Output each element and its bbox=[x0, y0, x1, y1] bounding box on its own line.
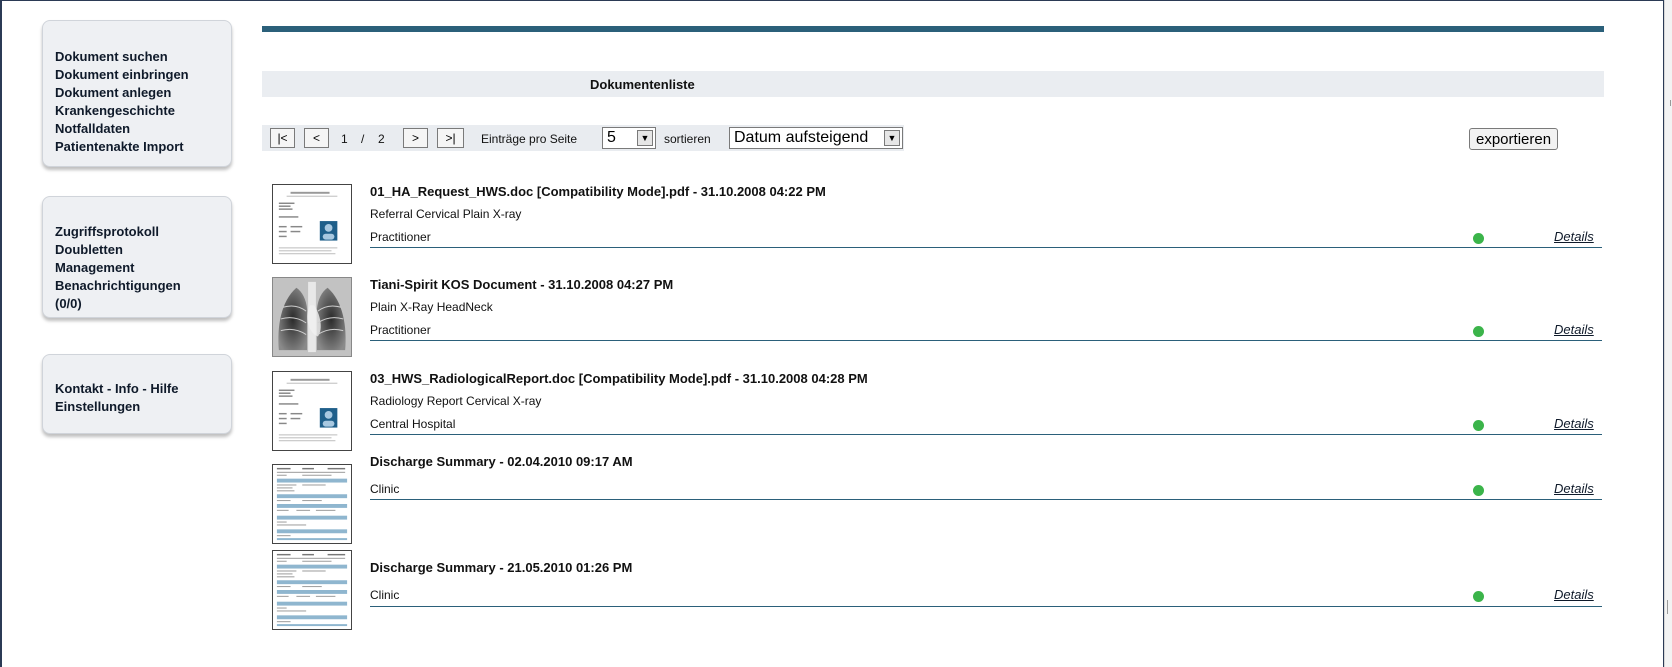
nav-group-admin: Zugriffsprotokoll Doubletten Management … bbox=[42, 196, 232, 318]
details-link[interactable]: Details bbox=[1554, 587, 1594, 602]
nav-notfalldaten[interactable]: Notfalldaten bbox=[55, 120, 219, 138]
title-band bbox=[262, 71, 1604, 97]
nav-doubletten[interactable]: Doubletten bbox=[55, 241, 219, 259]
next-page-button[interactable]: > bbox=[403, 128, 428, 148]
document-row: 01_HA_Request_HWS.doc [Compatibility Mod… bbox=[272, 184, 1602, 264]
last-page-button[interactable]: >| bbox=[437, 128, 464, 148]
document-row: Discharge Summary - 21.05.2010 01:26 PM … bbox=[272, 550, 1602, 630]
document-author: Practitioner bbox=[370, 323, 431, 337]
sort-value: Datum aufsteigend bbox=[734, 129, 869, 146]
nav-kontakt-info-hilfe[interactable]: Kontakt - Info - Hilfe bbox=[55, 380, 219, 398]
row-divider bbox=[370, 606, 1602, 607]
status-ok-icon bbox=[1473, 591, 1484, 602]
document-author: Practitioner bbox=[370, 230, 431, 244]
nav-group-documents: Dokument suchen Dokument einbringen Doku… bbox=[42, 20, 232, 167]
document-author: Central Hospital bbox=[370, 417, 456, 431]
details-link[interactable]: Details bbox=[1554, 322, 1594, 337]
row-divider bbox=[370, 499, 1602, 500]
nav-krankengeschichte[interactable]: Krankengeschichte bbox=[55, 102, 219, 120]
pager-toolbar: |< < 1 / 2 > >| Einträge pro Seite 5 ▼ s… bbox=[262, 125, 904, 151]
status-ok-icon bbox=[1473, 485, 1484, 496]
xray-icon[interactable] bbox=[272, 277, 352, 357]
chevron-down-icon: ▼ bbox=[884, 130, 900, 146]
sort-label: sortieren bbox=[664, 132, 711, 146]
nav-management[interactable]: Management bbox=[55, 259, 219, 277]
document-title[interactable]: Tiani-Spirit KOS Document - 31.10.2008 0… bbox=[370, 277, 673, 292]
status-ok-icon bbox=[1473, 326, 1484, 337]
chevron-down-icon: ▼ bbox=[637, 130, 653, 146]
document-row: Tiani-Spirit KOS Document - 31.10.2008 0… bbox=[272, 277, 1602, 357]
page-title: Dokumentenliste bbox=[590, 77, 695, 92]
document-type: Plain X-Ray HeadNeck bbox=[370, 300, 493, 314]
first-page-button[interactable]: |< bbox=[270, 128, 295, 148]
doc-page-icon[interactable] bbox=[272, 184, 352, 264]
per-page-label: Einträge pro Seite bbox=[481, 132, 578, 146]
document-title[interactable]: 03_HWS_RadiologicalReport.doc [Compatibi… bbox=[370, 371, 868, 386]
document-title[interactable]: Discharge Summary - 02.04.2010 09:17 AM bbox=[370, 454, 633, 469]
table-doc-icon[interactable] bbox=[272, 464, 352, 544]
scrollbar-arrow-down[interactable] bbox=[1667, 600, 1672, 614]
document-type: Radiology Report Cervical X-ray bbox=[370, 394, 542, 408]
document-row: 03_HWS_RadiologicalReport.doc [Compatibi… bbox=[272, 371, 1602, 451]
status-ok-icon bbox=[1473, 420, 1484, 431]
nav-zugriffsprotokoll[interactable]: Zugriffsprotokoll bbox=[55, 223, 219, 241]
nav-einstellungen[interactable]: Einstellungen bbox=[55, 398, 219, 416]
export-button[interactable]: exportieren bbox=[1469, 128, 1559, 150]
document-title[interactable]: Discharge Summary - 21.05.2010 01:26 PM bbox=[370, 560, 632, 575]
total-pages: 2 bbox=[378, 132, 385, 146]
scrollbar-arrow-up[interactable] bbox=[1666, 100, 1671, 106]
current-page: 1 bbox=[341, 132, 348, 146]
details-link[interactable]: Details bbox=[1554, 416, 1594, 431]
nav-dokument-einbringen[interactable]: Dokument einbringen bbox=[55, 66, 219, 84]
document-type: Referral Cervical Plain X-ray bbox=[370, 207, 522, 221]
nav-benachrichtigungen[interactable]: Benachrichtigungen bbox=[55, 277, 219, 295]
document-row: Discharge Summary - 02.04.2010 09:17 AM … bbox=[272, 454, 1602, 544]
per-page-value: 5 bbox=[607, 129, 616, 146]
nav-patientenakte-import[interactable]: Patientenakte Import bbox=[55, 138, 219, 156]
nav-dokument-suchen[interactable]: Dokument suchen bbox=[55, 48, 219, 66]
doc-page-icon[interactable] bbox=[272, 371, 352, 451]
table-doc-icon[interactable] bbox=[272, 550, 352, 630]
prev-page-button[interactable]: < bbox=[304, 128, 329, 148]
nav-group-help: Kontakt - Info - Hilfe Einstellungen bbox=[42, 354, 232, 434]
nav-benachrichtigungen-count[interactable]: (0/0) bbox=[55, 295, 219, 313]
row-divider bbox=[370, 434, 1602, 435]
row-divider bbox=[370, 247, 1602, 248]
details-link[interactable]: Details bbox=[1554, 481, 1594, 496]
document-title[interactable]: 01_HA_Request_HWS.doc [Compatibility Mod… bbox=[370, 184, 826, 199]
details-link[interactable]: Details bbox=[1554, 229, 1594, 244]
page-separator: / bbox=[361, 132, 365, 146]
nav-dokument-anlegen[interactable]: Dokument anlegen bbox=[55, 84, 219, 102]
row-divider bbox=[370, 340, 1602, 341]
header-accent-bar bbox=[262, 26, 1604, 32]
document-author: Clinic bbox=[370, 588, 400, 602]
sort-select[interactable]: Datum aufsteigend ▼ bbox=[729, 127, 903, 149]
document-author: Clinic bbox=[370, 482, 400, 496]
per-page-select[interactable]: 5 ▼ bbox=[602, 127, 656, 149]
scrollbar[interactable] bbox=[1664, 0, 1672, 667]
status-ok-icon bbox=[1473, 233, 1484, 244]
